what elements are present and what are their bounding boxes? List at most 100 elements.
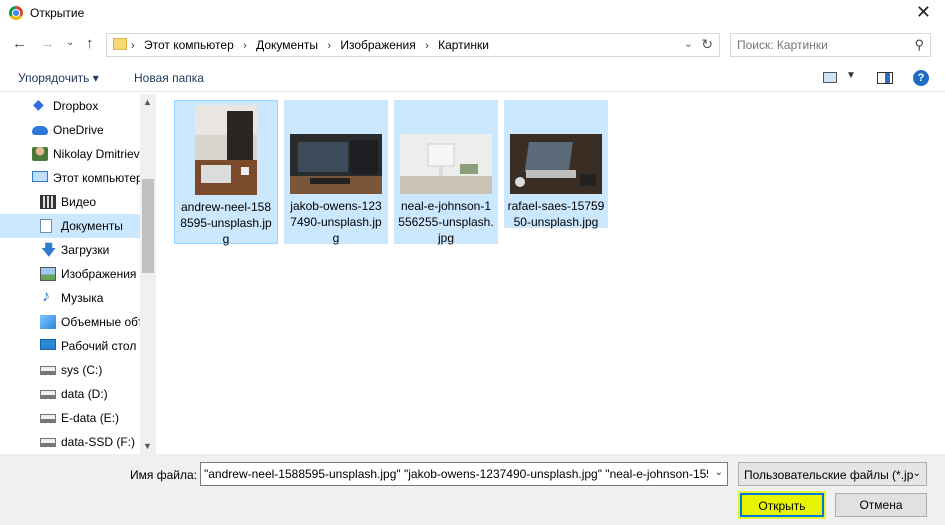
drive-icon: [40, 366, 56, 375]
search-input[interactable]: [737, 38, 902, 52]
forward-arrow-icon[interactable]: →: [40, 35, 55, 52]
music-icon: [40, 288, 56, 306]
nav-item-desktop[interactable]: Рабочий стол: [0, 334, 140, 358]
preview-pane-icon[interactable]: [877, 72, 893, 84]
nav-item-pictures[interactable]: Изображения: [0, 262, 140, 286]
filename-dropdown-icon[interactable]: ⌄: [715, 467, 723, 478]
view-mode-dropdown-icon[interactable]: ▼: [846, 70, 856, 81]
file-thumbnail: [290, 134, 382, 194]
scroll-down-icon[interactable]: ▼: [143, 441, 152, 451]
nav-item-dropbox[interactable]: Dropbox: [0, 94, 140, 118]
pictures-icon: [40, 267, 56, 281]
computer-icon: [32, 171, 48, 182]
breadcrumb-chevron-icon[interactable]: ›: [327, 40, 331, 52]
file-tile[interactable]: andrew-neel-158 8595-unsplash.jp g: [174, 100, 278, 246]
chrome-icon: [9, 6, 23, 20]
nav-item-label: Dropbox: [53, 99, 99, 113]
nav-item-label: Этот компьютер: [53, 171, 143, 185]
desktop-icon: [40, 339, 56, 350]
nav-item-drive-d[interactable]: data (D:): [0, 382, 140, 406]
refresh-icon[interactable]: ↻: [701, 36, 713, 53]
navigation-pane: Dropbox OneDrive Nikolay Dmitriev Этот к…: [0, 94, 156, 454]
address-dropdown-icon[interactable]: ⌄: [684, 37, 693, 50]
bottom-bar: Имя файла: ⌄ Пользовательские файлы (*.j…: [0, 454, 945, 525]
crumb-kartinki[interactable]: Картинки: [438, 38, 489, 52]
file-type-value: Пользовательские файлы (*.jp: [744, 468, 914, 482]
file-name: rafael-saes-15759 50-unsplash.jpg: [507, 199, 605, 229]
file-tile[interactable]: neal-e-johnson-1 556255-unsplash. jpg: [394, 100, 498, 245]
file-name: andrew-neel-158 8595-unsplash.jp g: [180, 200, 272, 246]
window-title: Открытие: [30, 6, 85, 20]
address-bar[interactable]: › Этот компьютер › Документы › Изображен…: [106, 33, 720, 57]
nav-item-label: sys (C:): [61, 363, 103, 377]
nav-item-drive-f[interactable]: data-SSD (F:): [0, 430, 140, 454]
filename-field[interactable]: ⌄: [200, 462, 728, 486]
dropbox-icon: [32, 96, 48, 113]
breadcrumb-chevron-icon[interactable]: ›: [243, 40, 247, 52]
filename-input[interactable]: [204, 467, 708, 481]
address-row: ← → ⌄ ↑ › Этот компьютер › Документы › И…: [0, 31, 945, 59]
nav-item-label: E-data (E:): [61, 411, 120, 425]
nav-item-video[interactable]: Видео: [0, 190, 140, 214]
nav-item-3d-objects[interactable]: Объемные объекты: [0, 310, 156, 334]
cancel-button[interactable]: Отмена: [835, 493, 927, 517]
file-thumbnail: [510, 134, 602, 194]
close-icon[interactable]: ✕: [916, 2, 931, 22]
toolbar: Упорядочить ▾ Новая папка ▼ ?: [0, 64, 945, 92]
search-icon[interactable]: ⚲: [914, 37, 924, 53]
downloads-icon: [40, 240, 56, 265]
crumb-documents[interactable]: Документы: [256, 38, 318, 52]
documents-icon: [40, 219, 52, 233]
nav-item-drive-c[interactable]: sys (C:): [0, 358, 140, 382]
file-type-select[interactable]: Пользовательские файлы (*.jp ⌄: [738, 462, 927, 486]
breadcrumb-chevron-icon[interactable]: ›: [131, 40, 135, 52]
nav-item-user[interactable]: Nikolay Dmitriev: [0, 142, 140, 166]
file-tile[interactable]: rafael-saes-15759 50-unsplash.jpg: [504, 100, 608, 229]
view-mode-icon[interactable]: [823, 72, 837, 83]
nav-item-label: Музыка: [61, 291, 104, 305]
open-button[interactable]: Открыть: [738, 491, 826, 519]
breadcrumb: › Этот компьютер › Документы › Изображен…: [131, 38, 495, 52]
file-name: neal-e-johnson-1 556255-unsplash. jpg: [398, 199, 494, 245]
nav-item-label: Изображения: [61, 267, 137, 281]
cloud-icon: [32, 126, 48, 135]
crumb-pictures[interactable]: Изображения: [340, 38, 415, 52]
file-tile[interactable]: jakob-owens-123 7490-unsplash.jp g: [284, 100, 388, 245]
breadcrumb-chevron-icon[interactable]: ›: [425, 40, 429, 52]
nav-item-label: OneDrive: [53, 123, 104, 137]
nav-item-label: Рабочий стол: [61, 339, 137, 353]
nav-item-drive-e[interactable]: E-data (E:): [0, 406, 140, 430]
help-icon[interactable]: ?: [913, 70, 929, 86]
video-icon: [40, 195, 56, 209]
nav-item-this-pc[interactable]: Этот компьютер: [0, 166, 143, 190]
nav-item-downloads[interactable]: Загрузки: [0, 238, 140, 265]
up-arrow-icon[interactable]: ↑: [86, 35, 94, 52]
drive-icon: [40, 390, 56, 399]
organize-button[interactable]: Упорядочить ▾: [18, 71, 99, 85]
user-icon: [32, 147, 48, 161]
nav-item-label: Загрузки: [61, 243, 110, 257]
crumb-this-pc[interactable]: Этот компьютер: [144, 38, 234, 52]
recent-dropdown-icon[interactable]: ⌄: [66, 37, 74, 48]
folder-icon: [113, 38, 127, 50]
title-bar: Открытие ✕: [0, 0, 945, 27]
new-folder-button[interactable]: Новая папка: [134, 71, 204, 85]
nav-item-label: Документы: [61, 219, 123, 233]
nav-scrollbar[interactable]: ▲ ▼: [140, 94, 156, 454]
3d-objects-icon: [40, 315, 56, 329]
chevron-down-icon[interactable]: ⌄: [913, 468, 921, 479]
search-box[interactable]: ⚲: [730, 33, 931, 57]
nav-item-documents[interactable]: Документы: [0, 214, 140, 238]
nav-item-label: data (D:): [61, 387, 108, 401]
filename-label: Имя файла:: [130, 468, 197, 482]
drive-icon: [40, 414, 56, 423]
nav-item-music[interactable]: Музыка: [0, 286, 140, 310]
back-arrow-icon[interactable]: ←: [12, 35, 27, 52]
scroll-up-icon[interactable]: ▲: [143, 97, 152, 107]
scrollbar-thumb[interactable]: [142, 179, 154, 273]
file-thumbnail: [400, 134, 492, 194]
nav-item-label: Nikolay Dmitriev: [53, 147, 140, 161]
file-list: andrew-neel-158 8595-unsplash.jp g jakob…: [160, 94, 945, 454]
file-thumbnail: [195, 105, 257, 195]
nav-item-onedrive[interactable]: OneDrive: [0, 118, 140, 142]
